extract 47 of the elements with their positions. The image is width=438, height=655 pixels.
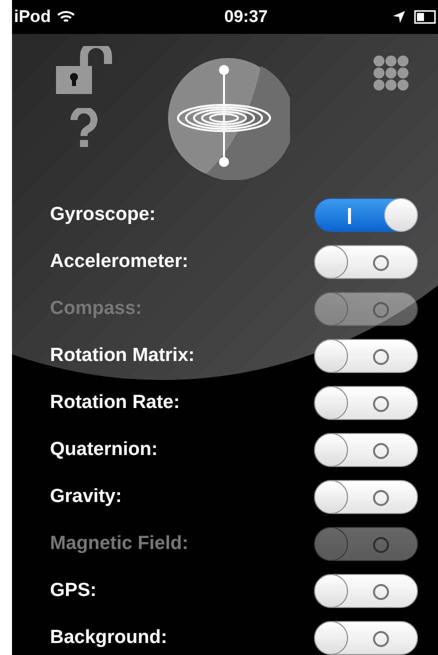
toggle-switch[interactable]: [314, 433, 418, 467]
toggle-knob: [314, 292, 348, 326]
setting-label: GPS:: [50, 578, 96, 603]
toggle-knob: [314, 339, 348, 373]
setting-label: Background:: [50, 626, 168, 650]
toggle-knob: [314, 245, 348, 279]
toggle-knob: [314, 527, 348, 561]
off-mark-icon: [373, 631, 389, 647]
toggle-switch[interactable]: [314, 198, 418, 232]
setting-label: Rotation Rate:: [50, 390, 180, 415]
toggle-switch[interactable]: [314, 480, 418, 514]
toggle-knob: [314, 480, 348, 514]
toggle-knob: [314, 574, 348, 608]
toggle-knob: [314, 386, 348, 420]
toggle-switch[interactable]: [314, 339, 418, 373]
on-mark-icon: [348, 208, 351, 224]
toggle-switch[interactable]: [314, 245, 418, 279]
toggle-switch[interactable]: [314, 386, 418, 420]
dot-grid-icon: [372, 54, 410, 92]
setting-label: Compass:: [50, 296, 142, 321]
location-arrow-icon: [392, 10, 406, 24]
setting-label: Magnetic Field:: [50, 532, 188, 556]
toggle-switch[interactable]: [314, 621, 418, 655]
status-time: 09:37: [223, 6, 269, 28]
off-mark-icon: [373, 255, 389, 271]
setting-label: Rotation Matrix:: [50, 344, 195, 368]
toggle-knob: [384, 198, 418, 232]
wifi-icon: [56, 10, 75, 24]
gyroscope-logo-icon: [166, 56, 290, 180]
toggle-knob: [314, 621, 348, 655]
unlocked-padlock-icon: [56, 46, 112, 94]
setting-label: Gravity:: [50, 484, 122, 509]
off-mark-icon: [373, 349, 389, 365]
off-mark-icon: [373, 537, 389, 553]
setting-label: Accelerometer:: [50, 250, 188, 274]
off-mark-icon: [373, 490, 389, 506]
off-mark-icon: [373, 302, 389, 318]
toggle-switch[interactable]: [314, 574, 418, 608]
battery-icon: [414, 10, 436, 24]
setting-label: Gyroscope:: [50, 202, 156, 227]
setting-label: Quaternion:: [50, 438, 158, 462]
off-mark-icon: [373, 396, 389, 412]
toggle-knob: [314, 433, 348, 467]
off-mark-icon: [373, 443, 389, 459]
off-mark-icon: [373, 584, 389, 600]
carrier-label: iPod: [14, 6, 51, 28]
help-icon: [70, 108, 98, 148]
